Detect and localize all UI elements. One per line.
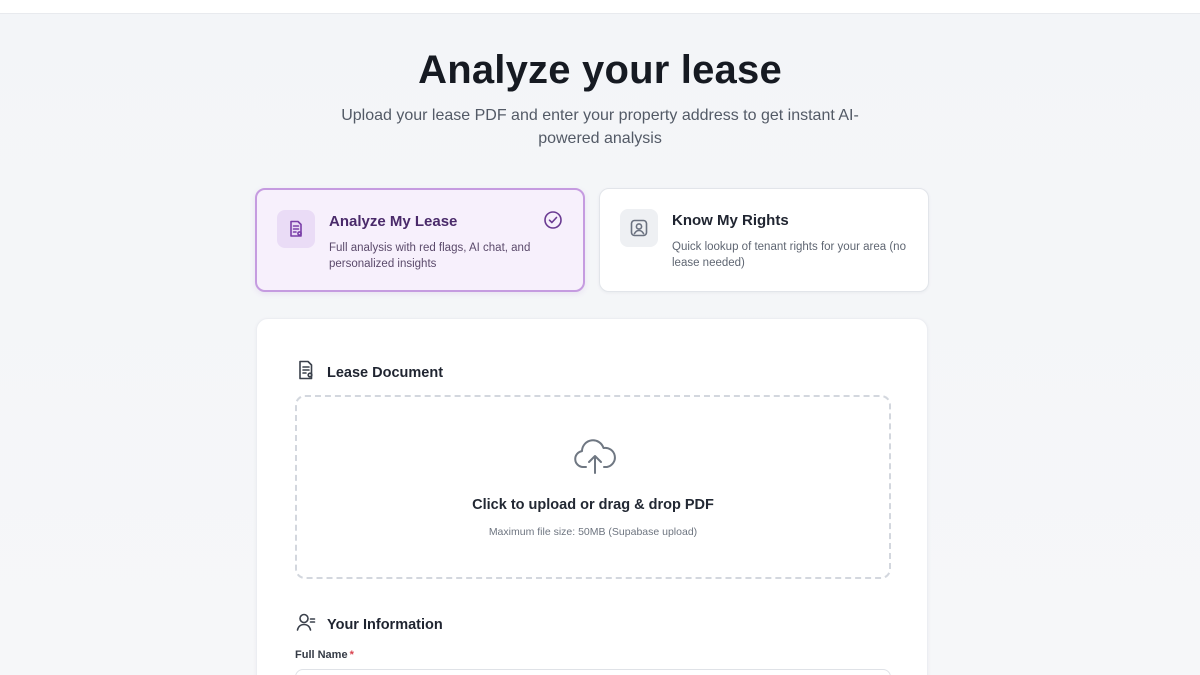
- user-icon: [295, 611, 317, 638]
- page-subtitle: Upload your lease PDF and enter your pro…: [341, 107, 859, 147]
- section-title: Your Information: [327, 616, 443, 633]
- full-name-label: Full Name *: [295, 649, 354, 661]
- form-panel: Lease Document Click to upload or drag &…: [256, 318, 928, 675]
- upload-subtitle: Maximum file size: 50MB (Supabase upload…: [488, 526, 698, 538]
- your-information-header: Your Information: [295, 611, 443, 638]
- file-text-icon: [295, 359, 317, 386]
- mode-title: Analyze My Lease: [329, 213, 458, 230]
- upload-title: Click to upload or drag & drop PDF: [472, 497, 714, 513]
- check-circle-icon: [543, 210, 563, 235]
- required-marker: *: [349, 649, 354, 661]
- location-pin-icon: [620, 209, 658, 247]
- document-icon: [277, 210, 315, 248]
- top-bar: [0, 0, 1200, 14]
- lease-document-header: Lease Document: [295, 359, 443, 386]
- full-name-label-text: Full Name: [295, 649, 348, 661]
- pdf-upload-dropzone[interactable]: Click to upload or drag & drop PDF Maxim…: [295, 395, 891, 579]
- mode-card-know-rights[interactable]: Know My Rights Quick lookup of tenant ri…: [599, 188, 929, 292]
- page: Analyze your lease Upload your lease PDF…: [0, 0, 1200, 675]
- section-title: Lease Document: [327, 364, 444, 381]
- page-title: Analyze your lease: [418, 48, 782, 92]
- mode-description: Quick lookup of tenant rights for your a…: [672, 241, 906, 269]
- full-name-input[interactable]: [295, 669, 891, 675]
- mode-card-analyze-lease[interactable]: Analyze My Lease Full analysis with red …: [255, 188, 585, 292]
- mode-description: Full analysis with red flags, AI chat, a…: [329, 242, 531, 270]
- mode-title: Know My Rights: [672, 212, 789, 229]
- cloud-upload-icon: [573, 437, 617, 482]
